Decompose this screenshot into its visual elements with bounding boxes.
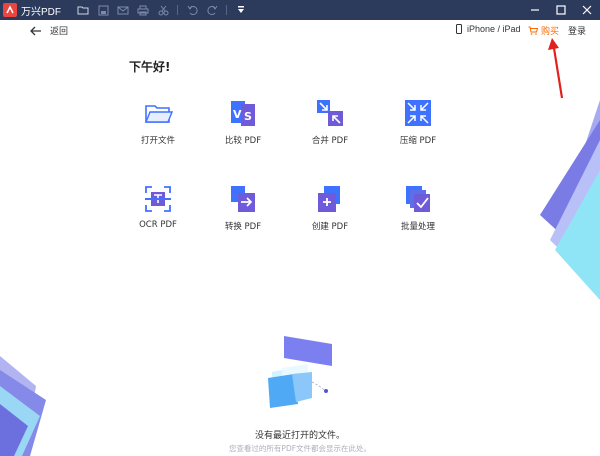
arrow-left-icon [30,26,41,35]
toolbar-divider [177,5,178,15]
folder-icon[interactable] [73,0,93,20]
tool-label: 创建 PDF [311,222,349,232]
ocr-pdf-icon [143,184,173,214]
tool-label: 批量处理 [400,222,435,232]
undo-icon[interactable] [182,0,202,20]
merge-pdf-icon [315,98,345,128]
minimize-icon[interactable] [522,0,548,20]
tool-label: 压缩 PDF [399,136,437,146]
compress-pdf-icon [403,98,433,128]
dropdown-icon[interactable] [231,0,251,20]
svg-text:S: S [244,110,252,123]
toolbar-divider [226,5,227,15]
app-logo-icon [3,3,17,17]
app-title: 万兴PDF [21,6,61,18]
batch-process-icon [403,184,433,214]
tool-merge-pdf[interactable]: 合并 PDF [292,98,368,154]
svg-text:V: V [233,108,242,121]
decorative-shapes-right [540,100,600,300]
redo-icon[interactable] [202,0,222,20]
tool-batch-process[interactable]: 批量处理 [380,184,456,240]
convert-pdf-icon [228,184,258,214]
annotation-arrow [548,38,564,99]
tool-label: 转换 PDF [224,222,262,232]
decorative-shapes-left [0,356,46,456]
close-icon[interactable] [574,0,600,20]
greeting-title: 下午好! [129,60,171,74]
tool-label: 比较 PDF [224,136,262,146]
tool-convert-pdf[interactable]: 转换 PDF [205,184,281,240]
empty-state-hint: 您查看过的所有PDF文件都会显示在此处。 [228,444,372,453]
empty-state-message: 没有最近打开的文件。 [254,431,345,441]
back-label: 返回 [50,27,69,37]
print-icon[interactable] [133,0,153,20]
title-bar: 万兴PDF [0,0,600,20]
open-folder-icon [143,98,174,128]
phone-icon [456,24,462,34]
tool-label: 打开文件 [140,136,175,146]
device-label: iPhone / iPad [467,24,521,34]
create-pdf-icon [315,184,345,214]
tool-label: OCR PDF [139,220,177,230]
empty-box-illustration [268,336,332,408]
tool-compare-pdf[interactable]: VS 比较 PDF [205,98,281,154]
back-button[interactable]: 返回 [30,24,68,37]
save-icon[interactable] [93,0,113,20]
tool-open-file[interactable]: 打开文件 [120,98,196,154]
maximize-icon[interactable] [548,0,574,20]
cart-icon [528,26,538,35]
login-button[interactable]: 登录 [568,24,586,37]
mail-icon[interactable] [113,0,133,20]
top-nav: 返回 iPhone / iPad 购买 登录 [0,20,600,40]
tool-label: 合并 PDF [311,136,349,146]
tool-create-pdf[interactable]: 创建 PDF [292,184,368,240]
tool-compress-pdf[interactable]: 压缩 PDF [380,98,456,154]
scissors-icon[interactable] [153,0,173,20]
tool-ocr-pdf[interactable]: OCR PDF [120,184,196,240]
device-link[interactable]: iPhone / iPad [456,24,521,34]
compare-pdf-icon: VS [228,98,258,128]
